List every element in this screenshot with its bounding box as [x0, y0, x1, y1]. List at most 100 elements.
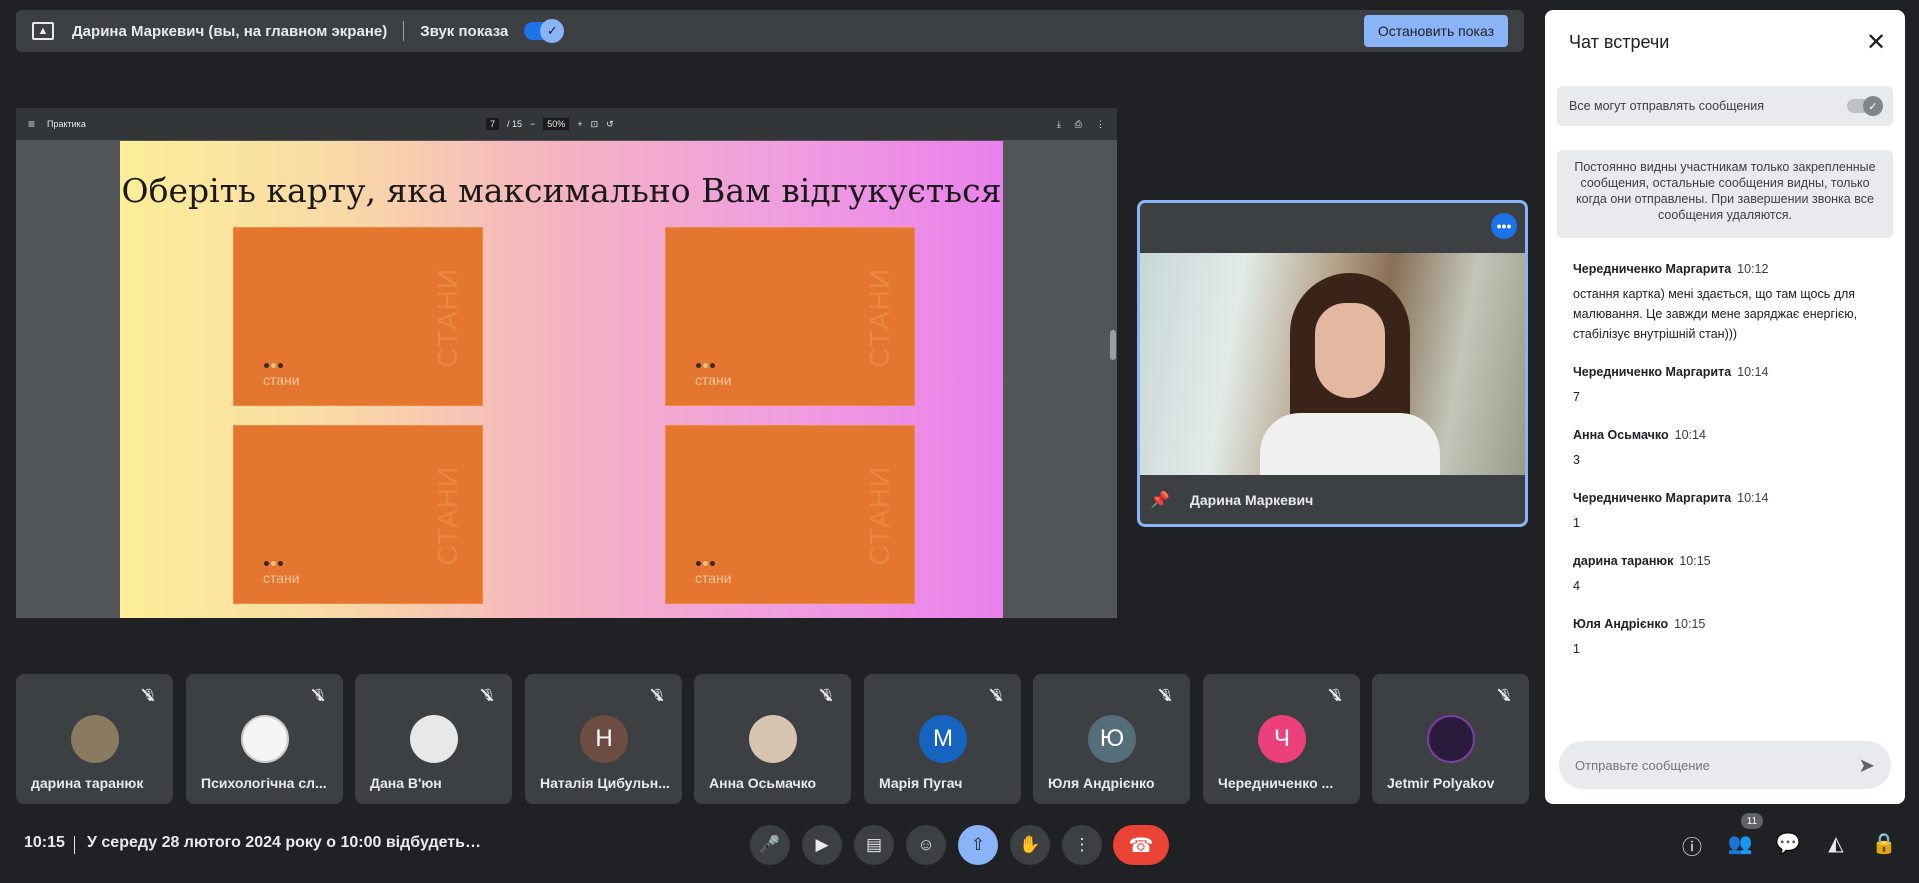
mic-off-icon: 🎙 — [1497, 688, 1513, 702]
divider — [74, 836, 75, 854]
chat-notice: Постоянно видны участникам только закреп… — [1557, 150, 1893, 238]
menu-icon[interactable]: ≡ — [28, 117, 35, 131]
pin-icon[interactable]: 📌 — [1150, 490, 1170, 510]
message-text: 1 — [1573, 516, 1580, 530]
microphone-button[interactable]: 🎤 — [750, 825, 790, 865]
participant-tile[interactable]: 🎙 Психологічна сл... — [186, 674, 343, 804]
avatar: Ю — [1088, 715, 1136, 763]
zoom-out-icon[interactable]: − — [530, 119, 535, 129]
message-text: 3 — [1573, 453, 1580, 467]
participant-tile[interactable]: 🎙 М Марія Пугач — [864, 674, 1021, 804]
chat-message: Чередниченко Маргарита 10:14 7 — [1573, 363, 1888, 407]
participant-name: Дарина Маркевич — [1189, 491, 1314, 508]
participant-tile[interactable]: 🎙 Дана В'юн — [355, 674, 512, 804]
chat-panel: Чат встречи ✕ Все могут отправлять сообщ… — [1545, 10, 1905, 804]
pdf-title: Практика — [47, 119, 86, 129]
message-sender: Чередниченко Маргарита — [1573, 491, 1732, 505]
close-icon[interactable]: ✕ — [1866, 28, 1886, 57]
people-icon[interactable]: 👥 — [1726, 831, 1754, 856]
avatar — [749, 715, 797, 763]
call-end-icon: ☎ — [1128, 834, 1154, 857]
message-sender: Чередниченко Маргарита — [1573, 262, 1732, 276]
card-label: стани — [695, 372, 732, 388]
raise-hand-button[interactable]: ✋ — [1010, 825, 1050, 865]
card-vertical-text: СТАНИ — [432, 268, 463, 368]
divider — [403, 21, 405, 41]
message-time: 10:14 — [1674, 428, 1706, 442]
chat-message-input[interactable] — [1575, 757, 1859, 773]
more-vert-icon[interactable]: ⋮ — [1096, 119, 1105, 130]
stop-presenting-button[interactable]: Остановить показ — [1363, 15, 1508, 47]
zoom-in-icon[interactable]: + — [577, 119, 582, 129]
captions-button[interactable]: ▤ — [854, 825, 894, 865]
message-sender: Юля Андрієнко — [1573, 617, 1669, 631]
more-options-button[interactable]: ⋮ — [1062, 825, 1102, 865]
chat-permission-row: Все могут отправлять сообщения ✓ — [1557, 86, 1893, 126]
page-number-input[interactable]: 7 — [486, 118, 500, 130]
message-time: 10:15 — [1679, 554, 1711, 568]
pinned-video-tile[interactable]: ••• 📌 Дарина Маркевич — [1137, 200, 1528, 527]
reactions-button[interactable]: ☺ — [906, 825, 946, 865]
check-icon: ✓ — [540, 19, 565, 43]
present-screen-icon: ▲ — [32, 22, 54, 40]
sound-label: Звук показа — [420, 22, 509, 40]
message-sender: Анна Осьмачко — [1573, 428, 1669, 442]
host-controls-icon[interactable]: 🔒 — [1870, 831, 1898, 856]
message-time: 10:14 — [1737, 491, 1769, 505]
message-time: 10:15 — [1674, 617, 1706, 631]
slide: Оберіть карту, яка максимально Вам відгу… — [120, 141, 1003, 618]
sound-toggle[interactable]: ✓ — [524, 19, 565, 43]
chat-message: Чередниченко Маргарита 10:12 остання карт… — [1573, 260, 1888, 344]
present-screen-icon: ⇧ — [970, 835, 986, 854]
more-options-icon[interactable]: ••• — [1491, 213, 1517, 239]
present-button[interactable]: ⇧ — [958, 825, 998, 865]
meeting-title[interactable]: У середу 28 лютого 2024 року о 10:00 від… — [87, 834, 487, 852]
camera-button[interactable]: ▶ — [802, 825, 842, 865]
download-icon[interactable]: ⤓ — [1057, 119, 1061, 130]
info-icon[interactable]: ⓘ — [1678, 831, 1706, 860]
participant-tile[interactable]: 🎙 Анна Осьмачко — [694, 674, 851, 804]
fit-page-icon[interactable]: ⊡ — [591, 119, 599, 130]
participant-name: Анна Осьмачко — [709, 775, 817, 791]
participant-name: дарина таранюк — [31, 775, 144, 791]
chat-icon[interactable]: 💬 — [1774, 831, 1802, 856]
print-icon[interactable]: ⎙ — [1075, 119, 1082, 130]
dots-decoration — [696, 561, 715, 566]
pdf-scrollbar[interactable] — [1109, 140, 1117, 618]
zoom-input[interactable]: 50% — [543, 118, 570, 130]
participant-tile[interactable]: 🎙 Jetmir Polyakov — [1372, 674, 1529, 804]
card-vertical-text: СТАНИ — [864, 268, 895, 368]
emoji-icon: ☺ — [917, 835, 935, 854]
mic-off-icon: 🎙 — [311, 688, 327, 702]
chat-message: Чередниченко Маргарита 10:14 1 — [1573, 489, 1888, 533]
participant-tile[interactable]: 🎙 Ю Юля Андрієнко — [1033, 674, 1190, 804]
video-name-bar: 📌 Дарина Маркевич — [1140, 475, 1525, 524]
send-icon[interactable]: ➤ — [1858, 753, 1875, 778]
card: стани СТАНИ — [665, 227, 915, 406]
clock: 10:15 — [24, 834, 65, 851]
mic-off-icon: 🎙 — [819, 688, 835, 702]
avatar — [71, 715, 119, 763]
card-vertical-text: СТАНИ — [864, 466, 895, 566]
activities-icon[interactable]: ◭ — [1822, 831, 1850, 856]
page-total: / 15 — [507, 119, 523, 129]
participant-tile[interactable]: 🎙 Н Наталія Цибульн... — [525, 674, 682, 804]
presenter-label: Дарина Маркевич (вы, на главном экране) — [72, 22, 388, 40]
video-feed — [1140, 253, 1525, 475]
participant-tile[interactable]: 🎙 Ч Чередниченко ... — [1203, 674, 1360, 804]
avatar — [241, 715, 289, 763]
avatar — [410, 715, 458, 763]
participant-name: Марія Пугач — [879, 775, 963, 791]
mic-off-icon: 🎙 — [1328, 688, 1344, 702]
dots-decoration — [264, 363, 283, 368]
presenting-bar: ▲ Дарина Маркевич (вы, на главном экране… — [16, 10, 1524, 52]
rotate-icon[interactable]: ↺ — [606, 119, 614, 130]
mic-off-icon: 🎙 — [480, 688, 496, 702]
chat-title: Чат встречи — [1569, 32, 1670, 52]
end-call-button[interactable]: ☎ — [1113, 825, 1169, 865]
people-count-badge: 11 — [1741, 813, 1763, 829]
participant-tile[interactable]: 🎙 дарина таранюк — [16, 674, 173, 804]
message-text: остання картка) мені здається, що там що… — [1573, 287, 1858, 341]
chat-permission-toggle[interactable]: ✓ — [1847, 96, 1883, 116]
card-label: стани — [695, 570, 732, 586]
